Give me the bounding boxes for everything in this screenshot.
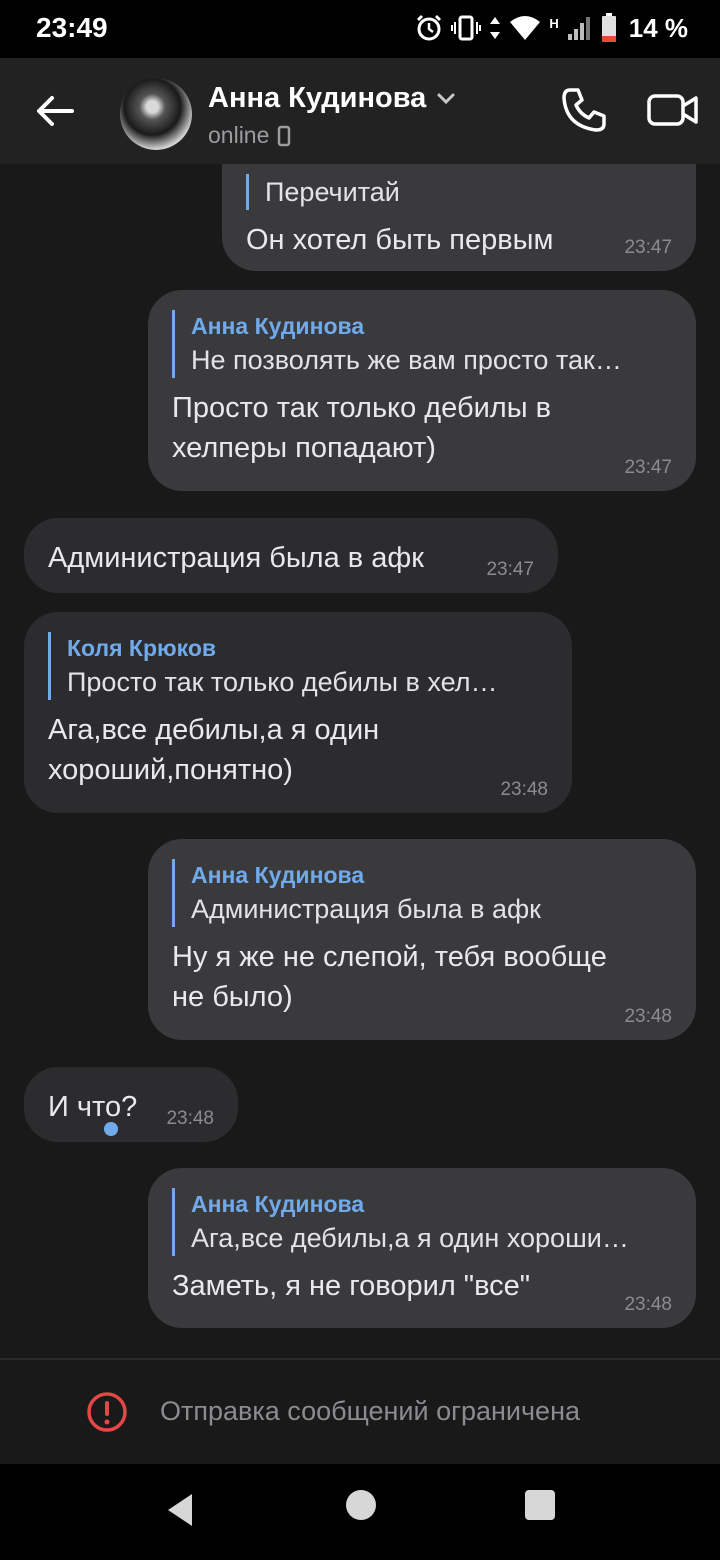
message-text-line: Просто так только дебилы в xyxy=(172,392,552,424)
reply-quote-text: Администрация была в афк xyxy=(191,894,541,924)
message-text-line: хороший,понятно) xyxy=(48,754,293,786)
alarm-icon xyxy=(417,14,442,41)
contact-status: online xyxy=(208,122,291,149)
message-bubble-outgoing[interactable]: Перечитай Он хотел быть первым 23:47 xyxy=(222,164,696,271)
message-bubble-incoming[interactable]: Администрация была в афк 23:47 xyxy=(24,518,558,593)
message-text: Ага,все дебилы,а я один хороший,понятно) xyxy=(48,710,548,790)
contact-name: Анна Кудинова xyxy=(208,82,427,114)
reply-quote-text: Не позволять же вам просто так… xyxy=(191,345,622,375)
message-time: 23:48 xyxy=(166,1108,214,1129)
reply-quote-text: Ага,все дебилы,а я один хороши… xyxy=(191,1223,629,1253)
warning-circle-icon xyxy=(87,1392,127,1432)
unread-indicator xyxy=(104,1122,118,1136)
message-text: Он хотел быть первым xyxy=(246,224,554,256)
phone-icon xyxy=(562,88,606,132)
message-time: 23:47 xyxy=(624,457,672,478)
message-time: 23:48 xyxy=(624,1294,672,1315)
chat-header: Анна Кудинова online xyxy=(0,58,720,164)
message-text: Просто так только дебилы в хелперы попад… xyxy=(172,388,672,468)
vibrate-icon xyxy=(451,15,482,41)
chevron-down-icon xyxy=(437,93,455,104)
status-bar: 23:49 H 14 % xyxy=(0,0,720,58)
status-icons: H 14 % xyxy=(415,12,688,44)
message-text-line: не было) xyxy=(172,981,293,1013)
message-bubble-incoming[interactable]: И что? 23:48 xyxy=(24,1067,238,1142)
reply-quote[interactable]: Анна Кудинова Не позволять же вам просто… xyxy=(172,310,672,378)
reply-quote-author: Коля Крюков xyxy=(67,635,217,661)
signal-icon xyxy=(567,17,590,40)
battery-low-icon xyxy=(601,13,616,42)
message-bubble-outgoing[interactable]: Анна Кудинова Не позволять же вам просто… xyxy=(148,290,696,491)
call-button[interactable] xyxy=(558,84,610,136)
message-bubble-incoming[interactable]: Коля Крюков Просто так только дебилы в х… xyxy=(24,612,572,813)
reply-quote-author: Анна Кудинова xyxy=(191,1191,365,1217)
online-status: online xyxy=(208,122,270,148)
reply-quote[interactable]: Анна Кудинова Ага,все дебилы,а я один хо… xyxy=(172,1188,672,1256)
reply-quote-author: Анна Кудинова xyxy=(191,313,365,339)
reply-quote-text: Перечитай xyxy=(265,177,400,207)
status-time: 23:49 xyxy=(36,12,108,43)
message-text: Администрация была в афк xyxy=(48,542,424,574)
message-text-line: Ага,все дебилы,а я один xyxy=(48,714,380,746)
back-button[interactable] xyxy=(30,86,80,136)
reply-quote[interactable]: Анна Кудинова Администрация была в афк xyxy=(172,859,672,927)
nav-recents-icon[interactable] xyxy=(525,1490,555,1520)
back-arrow-icon xyxy=(37,96,74,126)
reply-quote-author: Анна Кудинова xyxy=(191,862,365,888)
nav-home-icon[interactable] xyxy=(346,1490,376,1520)
mobile-device-icon xyxy=(278,125,291,146)
message-bubble-outgoing[interactable]: Анна Кудинова Ага,все дебилы,а я один хо… xyxy=(148,1168,696,1328)
messaging-restricted-banner: Отправка сообщений ограничена xyxy=(0,1360,720,1464)
chat-message-list[interactable]: Перечитай Он хотел быть первым 23:47 Анн… xyxy=(0,164,720,1356)
message-time: 23:48 xyxy=(500,779,548,800)
message-text-line: хелперы попадают) xyxy=(172,432,436,464)
battery-percent: 14 % xyxy=(628,12,688,43)
system-navigation-bar xyxy=(0,1464,720,1560)
network-type-label: H xyxy=(549,16,559,31)
video-call-button[interactable] xyxy=(646,84,700,136)
message-time: 23:48 xyxy=(624,1006,672,1027)
message-bubble-outgoing[interactable]: Анна Кудинова Администрация была в афк Н… xyxy=(148,839,696,1040)
message-text-line: Ну я же не слепой, тебя вообще xyxy=(172,941,607,973)
data-arrows-icon xyxy=(490,17,501,39)
contact-name-button[interactable]: Анна Кудинова xyxy=(208,82,456,115)
wifi-icon xyxy=(510,16,541,40)
restriction-text: Отправка сообщений ограничена xyxy=(160,1396,580,1426)
video-camera-icon xyxy=(647,94,698,126)
reply-quote[interactable]: Коля Крюков Просто так только дебилы в х… xyxy=(48,632,548,700)
message-text: Ну я же не слепой, тебя вообще не было) xyxy=(172,937,672,1017)
reply-quote-text: Просто так только дебилы в хел… xyxy=(67,667,498,697)
message-time: 23:47 xyxy=(486,559,534,580)
message-text: Заметь, я не говорил "все" xyxy=(172,1270,531,1302)
reply-quote[interactable]: Перечитай xyxy=(246,174,672,210)
contact-avatar[interactable] xyxy=(120,78,192,150)
nav-back-icon[interactable] xyxy=(160,1490,200,1530)
message-time: 23:47 xyxy=(624,237,672,258)
